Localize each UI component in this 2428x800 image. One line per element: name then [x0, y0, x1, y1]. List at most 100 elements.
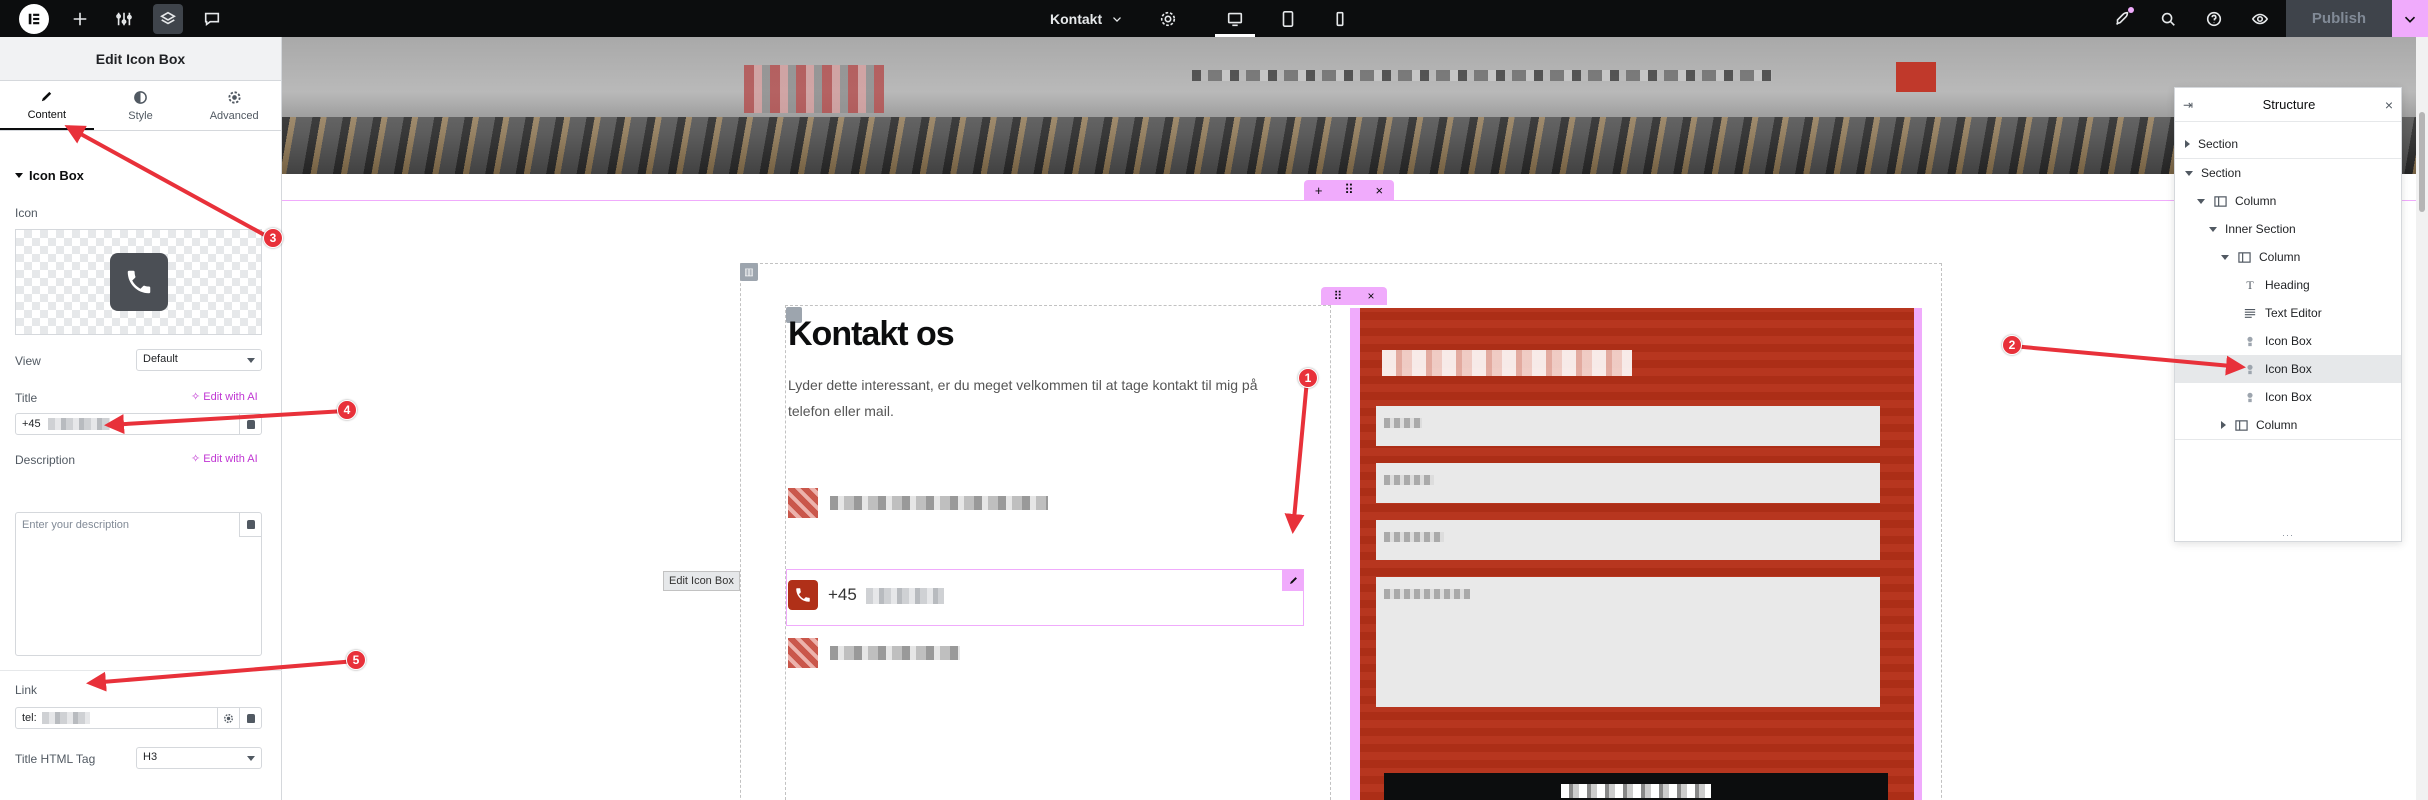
dynamic-tags-button[interactable] [239, 414, 261, 434]
search-button[interactable] [2150, 0, 2186, 37]
column-icon [2234, 418, 2248, 432]
redacted-text [41, 712, 90, 725]
dynamic-tags-button[interactable] [239, 513, 261, 537]
section-toggle-icon-box[interactable]: Icon Box [15, 168, 84, 183]
inner-section-handle[interactable]: ⠿ × [1321, 287, 1387, 305]
link-input[interactable]: tel: [15, 707, 262, 729]
publish-options-button[interactable] [2392, 0, 2428, 37]
structure-item-icon-box-selected[interactable]: Icon Box [2175, 355, 2401, 383]
section-title: Icon Box [29, 168, 84, 183]
structure-item-heading[interactable]: T Heading [2175, 271, 2401, 299]
page-heading[interactable]: Kontakt os [788, 315, 955, 354]
caret-right-icon[interactable] [2221, 421, 2226, 429]
help-button[interactable] [2196, 0, 2232, 37]
edit-icon-box-button[interactable] [1282, 569, 1304, 591]
desktop-view-button[interactable] [1215, 0, 1255, 37]
tab-style[interactable]: Style [94, 81, 188, 130]
structure-item-text-editor[interactable]: Text Editor [2175, 299, 2401, 327]
page-name: Kontakt [1050, 10, 1103, 27]
structure-item-label: Column [2256, 418, 2298, 432]
drag-handle-icon[interactable]: ⠿ [1344, 182, 1354, 198]
edit-with-ai-title-button[interactable]: ✧ Edit with AI [191, 390, 258, 403]
gear-icon [1160, 11, 1176, 26]
tab-label: Style [128, 109, 153, 122]
intro-text[interactable]: Lyder dette interessant, er du meget vel… [788, 372, 1288, 424]
tab-advanced[interactable]: Advanced [187, 81, 281, 130]
dock-icon[interactable]: ⇥ [2183, 98, 2193, 112]
structure-item-label: Inner Section [2225, 222, 2296, 236]
caret-right-icon[interactable] [2185, 140, 2190, 148]
edit-with-ai-label: Edit with AI [203, 453, 258, 465]
form-submit-button[interactable] [1384, 773, 1888, 800]
column-handle[interactable]: ▥ [740, 263, 758, 281]
caret-down-icon[interactable] [2197, 198, 2205, 204]
mail-icon [788, 638, 818, 668]
publish-button[interactable]: Publish [2286, 0, 2392, 37]
close-icon[interactable]: × [2385, 97, 2393, 113]
icon-box-address[interactable] [788, 485, 1048, 521]
structure-button[interactable] [150, 0, 186, 37]
site-settings-button[interactable] [106, 0, 142, 37]
notification-dot [2128, 7, 2134, 13]
tablet-icon [1282, 10, 1294, 27]
structure-item-icon-box[interactable]: Icon Box [2175, 383, 2401, 411]
delete-section-icon[interactable]: × [1376, 183, 1384, 198]
icon-label: Icon [15, 206, 38, 220]
add-section-icon[interactable]: + [1315, 183, 1323, 198]
tab-content[interactable]: Content [0, 81, 94, 130]
structure-item-column[interactable]: Column [2175, 411, 2401, 439]
text-editor-icon [2243, 306, 2257, 320]
annotation-badge-5: 5 [346, 650, 366, 670]
caret-down-icon[interactable] [2221, 254, 2229, 260]
drag-handle-icon[interactable]: ⠿ [1334, 289, 1343, 303]
edit-with-ai-label: Edit with AI [203, 391, 258, 403]
elementor-menu-button[interactable] [14, 0, 54, 37]
location-icon [788, 488, 818, 518]
caret-down-icon[interactable] [2185, 170, 2193, 176]
preview-button[interactable] [2242, 0, 2278, 37]
top-bar: Kontakt Publish [0, 0, 2428, 37]
structure-item-icon-box[interactable]: Icon Box [2175, 327, 2401, 355]
structure-item-section[interactable]: Section [2175, 159, 2401, 187]
structure-item-column[interactable]: Column [2175, 243, 2401, 271]
structure-item-label: Icon Box [2265, 362, 2312, 376]
whats-new-button[interactable] [2104, 0, 2140, 37]
add-element-button[interactable] [62, 0, 98, 37]
link-options-button[interactable] [217, 708, 239, 728]
form-field-message[interactable] [1376, 577, 1880, 707]
delete-inner-section-icon[interactable]: × [1367, 289, 1374, 303]
help-icon [2206, 11, 2222, 26]
dynamic-tags-button[interactable] [239, 708, 261, 728]
form-field-email[interactable] [1376, 463, 1880, 503]
icon-box-icon [2243, 390, 2257, 404]
notes-button[interactable] [194, 0, 230, 37]
title-label: Title [15, 391, 38, 405]
description-label: Description [15, 453, 76, 467]
page-selector[interactable]: Kontakt [1050, 0, 1145, 37]
icon-box-email[interactable] [788, 635, 960, 671]
description-placeholder: Enter your description [22, 519, 129, 531]
resize-handle[interactable]: ··· [2175, 529, 2401, 541]
edit-with-ai-description-button[interactable]: ✧ Edit with AI [191, 452, 258, 465]
title-input[interactable]: +45 [15, 413, 262, 435]
structure-item-section[interactable]: Section [2175, 130, 2401, 158]
scrollbar-thumb[interactable] [2419, 112, 2425, 212]
structure-header: ⇥ Structure × [2175, 88, 2401, 122]
canvas-scrollbar[interactable] [2416, 37, 2428, 800]
caret-down-icon[interactable] [2209, 226, 2217, 232]
section-handle[interactable]: + ⠿ × [1304, 180, 1394, 200]
sliders-icon [116, 12, 132, 25]
sparkle-icon: ✧ [191, 453, 201, 465]
mobile-view-button[interactable] [1320, 0, 1360, 37]
tablet-view-button[interactable] [1268, 0, 1308, 37]
icon-picker[interactable] [15, 229, 262, 335]
view-value: Default [143, 353, 178, 365]
form-field-name[interactable] [1376, 406, 1880, 446]
description-textarea[interactable]: Enter your description [15, 512, 262, 656]
structure-item-inner-section[interactable]: Inner Section [2175, 215, 2401, 243]
form-field-phone[interactable] [1376, 520, 1880, 560]
structure-item-column[interactable]: Column [2175, 187, 2401, 215]
view-select[interactable]: Default [136, 349, 262, 371]
page-settings-button[interactable] [1150, 0, 1186, 37]
html-tag-select[interactable]: H3 [136, 747, 262, 769]
